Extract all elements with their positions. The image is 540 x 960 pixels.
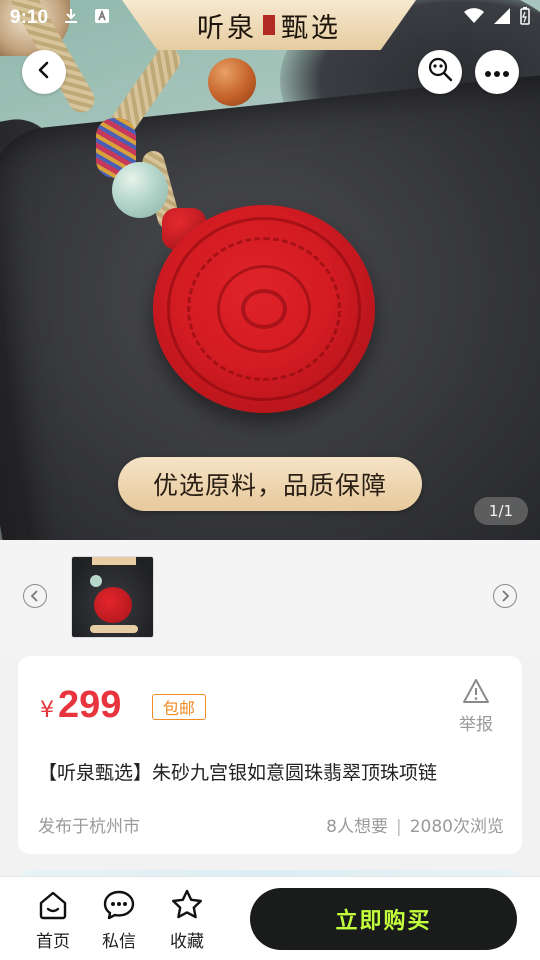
nav-messages[interactable]: 私信 — [89, 887, 149, 952]
engagement-stats: 8人想要 | 2080次浏览 — [326, 812, 504, 837]
image-counter: 1/1 — [474, 497, 528, 525]
home-icon — [35, 887, 71, 923]
brand-seal — [263, 15, 275, 35]
nav-messages-label: 私信 — [102, 932, 136, 952]
nav-home[interactable]: 首页 — [23, 887, 83, 952]
nav-home-label: 首页 — [36, 932, 70, 952]
buy-now-button[interactable]: 立即购买 — [250, 888, 517, 950]
product-price: 299 — [58, 684, 122, 726]
brand-logo: 听泉 甄选 — [122, 0, 416, 50]
image-slogan: 优选原料，品质保障 — [118, 457, 422, 511]
download-icon — [62, 7, 80, 30]
amber-bead — [208, 58, 256, 106]
chat-icon — [101, 887, 137, 923]
lens-search-button[interactable] — [418, 50, 462, 94]
price-row: ¥ 299 — [40, 684, 121, 727]
wants-count: 8人想要 — [326, 817, 388, 837]
bottom-action-bar: 首页 私信 收藏 立即购买 — [0, 876, 540, 960]
wifi-icon — [464, 7, 484, 29]
thumbnail-image[interactable] — [71, 556, 154, 638]
currency-symbol: ¥ — [40, 698, 54, 723]
status-time: 9:10 — [10, 7, 49, 28]
report-button[interactable]: 举报 — [456, 678, 496, 735]
signal-icon — [494, 7, 510, 29]
free-shipping-badge: 包邮 — [152, 694, 206, 720]
more-icon — [484, 63, 510, 82]
thumbnail-strip — [0, 540, 540, 656]
cinnabar-pendant — [153, 205, 375, 413]
product-title: 【听泉甄选】朱砂九宫银如意圆珠翡翠顶珠项链 — [38, 762, 438, 784]
battery-icon — [520, 6, 530, 30]
more-button[interactable] — [475, 50, 519, 94]
thumb-prev-button[interactable] — [23, 584, 47, 608]
chevron-left-icon — [30, 587, 40, 606]
star-icon — [169, 887, 205, 923]
chevron-right-icon — [500, 587, 510, 606]
brand-title-left: 听泉 — [197, 12, 257, 44]
lens-search-icon — [425, 55, 455, 89]
back-button[interactable] — [22, 50, 66, 94]
product-meta: 发布于杭州市 8人想要 | 2080次浏览 — [38, 812, 504, 837]
views-count: 2080次浏览 — [409, 817, 504, 837]
thumb-next-button[interactable] — [493, 584, 517, 608]
back-arrow-icon — [34, 60, 54, 84]
nav-favorite[interactable]: 收藏 — [157, 887, 217, 952]
brand-title-right: 甄选 — [281, 12, 341, 44]
jade-bead — [112, 162, 168, 218]
nav-favorite-label: 收藏 — [170, 932, 204, 952]
app-notification-icon — [94, 8, 110, 29]
report-label: 举报 — [459, 715, 493, 735]
stats-separator: | — [396, 817, 402, 837]
publish-location: 发布于杭州市 — [38, 817, 140, 837]
product-info-card: ¥ 299 包邮 举报 【听泉甄选】朱砂九宫银如意圆珠翡翠顶珠项链 发布于杭州市… — [18, 656, 522, 854]
warning-icon — [462, 678, 490, 708]
